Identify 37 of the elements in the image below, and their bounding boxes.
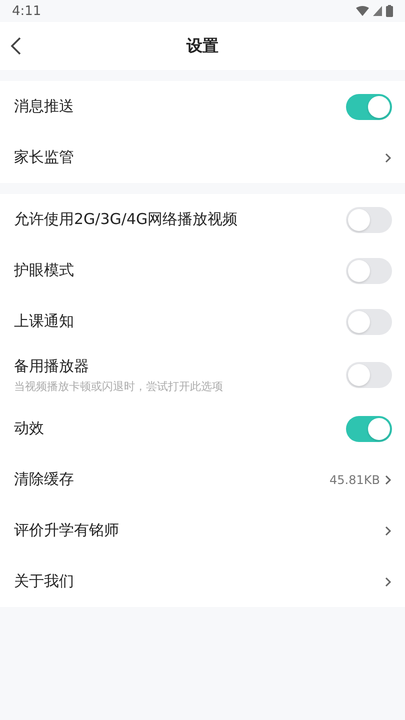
- setting-label: 评价升学有铭师: [14, 521, 119, 540]
- setting-label: 消息推送: [14, 97, 74, 116]
- settings-row[interactable]: 消息推送: [0, 81, 405, 132]
- toggle-switch[interactable]: [346, 206, 392, 232]
- setting-label: 上课通知: [14, 312, 74, 331]
- page-title: 设置: [186, 36, 218, 56]
- setting-label: 关于我们: [14, 572, 74, 591]
- status-time: 4:11: [12, 4, 42, 18]
- toggle-switch[interactable]: [346, 362, 392, 388]
- wifi-icon: [356, 6, 369, 16]
- chevron-right-icon: [384, 474, 392, 486]
- chevron-right-icon: [384, 152, 392, 164]
- settings-row[interactable]: 备用播放器 当视频播放卡顿或闪退时，尝试打开此选项: [0, 347, 405, 403]
- toggle-switch[interactable]: [346, 416, 392, 442]
- toggle-switch[interactable]: [346, 258, 392, 284]
- chevron-right-icon: [384, 576, 392, 588]
- settings-row[interactable]: 关于我们: [0, 556, 405, 607]
- settings-row[interactable]: 清除缓存 45.81KB: [0, 454, 405, 505]
- toggle-switch[interactable]: [346, 94, 392, 120]
- battery-icon: [386, 5, 393, 17]
- setting-label: 护眼模式: [14, 261, 74, 280]
- settings-row[interactable]: 评价升学有铭师: [0, 505, 405, 556]
- settings-row[interactable]: 上课通知: [0, 296, 405, 347]
- settings-row[interactable]: 护眼模式: [0, 245, 405, 296]
- setting-value: 45.81KB: [330, 472, 380, 486]
- setting-label: 允许使用2G/3G/4G网络播放视频: [14, 210, 238, 229]
- setting-label: 清除缓存: [14, 470, 74, 489]
- setting-hint: 当视频播放卡顿或闪退时，尝试打开此选项: [14, 378, 223, 394]
- toggle-switch[interactable]: [346, 308, 392, 334]
- setting-label: 备用播放器: [14, 356, 90, 376]
- chevron-right-icon: [384, 524, 392, 536]
- signal-icon: [373, 6, 382, 16]
- setting-label: 家长监管: [14, 148, 74, 167]
- setting-label: 动效: [14, 419, 44, 438]
- settings-row[interactable]: 动效: [0, 403, 405, 454]
- settings-row[interactable]: 允许使用2G/3G/4G网络播放视频: [0, 194, 405, 245]
- settings-row[interactable]: 家长监管: [0, 132, 405, 183]
